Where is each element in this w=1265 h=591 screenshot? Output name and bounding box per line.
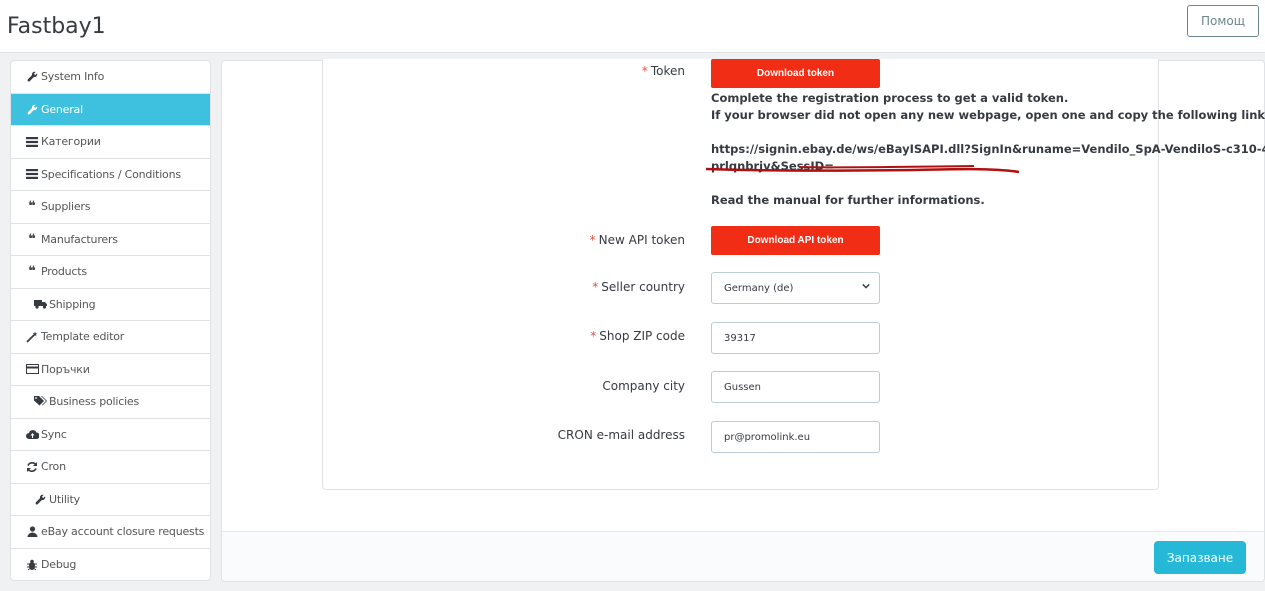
sidebar-item-label: General bbox=[41, 102, 83, 116]
sidebar-item-label: Specifications / Conditions bbox=[41, 167, 181, 181]
sidebar-item-general[interactable]: General bbox=[11, 93, 210, 126]
sidebar-item-shipping[interactable]: Shipping bbox=[11, 289, 210, 321]
sidebar-item-label: Sync bbox=[41, 427, 67, 441]
sidebar-item-specifications[interactable]: Specifications / Conditions bbox=[11, 159, 210, 191]
wrench-icon bbox=[25, 104, 39, 115]
top-bar: Fastbay1 Помощ bbox=[0, 0, 1265, 53]
sidebar-item-ebay-account-closure[interactable]: eBay account closure requests bbox=[11, 516, 210, 549]
sidebar-item-label: Debug bbox=[41, 558, 77, 572]
sidebar-item-label: Категории bbox=[41, 135, 101, 149]
sidebar-item-cron[interactable]: Cron bbox=[11, 451, 210, 484]
sidebar-item-utility[interactable]: Utility bbox=[11, 484, 210, 516]
api-token-label: * New API token bbox=[589, 233, 685, 247]
sidebar-item-business-policies[interactable]: Business policies bbox=[11, 386, 210, 419]
quote-icon: ❝ bbox=[28, 264, 36, 280]
red-underline-scribble bbox=[705, 165, 1020, 174]
manual-text: Read the manual for further informations… bbox=[711, 193, 985, 207]
cron-email-input[interactable]: pr@promolink.eu bbox=[711, 421, 880, 453]
cloud-upload-icon bbox=[25, 429, 39, 440]
list-icon bbox=[25, 136, 39, 147]
sidebar-item-suppliers[interactable]: ❝ Suppliers bbox=[11, 191, 210, 224]
sidebar-item-label: Shipping bbox=[49, 297, 96, 311]
city-label: Company city bbox=[602, 379, 685, 393]
sidebar-item-label: Products bbox=[41, 265, 87, 279]
cron-email-label: CRON e-mail address bbox=[557, 428, 685, 442]
sidebar-item-label: eBay account closure requests bbox=[41, 525, 205, 539]
sidebar-item-sync[interactable]: Sync bbox=[11, 419, 210, 451]
sidebar: System Info General Категории Specificat… bbox=[10, 60, 211, 581]
signin-link-line1[interactable]: https://signin.ebay.de/ws/eBayISAPI.dll?… bbox=[711, 141, 1265, 158]
sidebar-item-template-editor[interactable]: Template editor bbox=[11, 321, 210, 354]
list-icon bbox=[25, 169, 39, 180]
download-api-token-button[interactable]: Download API token bbox=[711, 226, 880, 255]
help-button[interactable]: Помощ bbox=[1187, 5, 1259, 37]
wrench-icon bbox=[33, 494, 47, 505]
chevron-down-icon bbox=[862, 283, 870, 289]
city-input[interactable]: Gussen bbox=[711, 371, 880, 403]
refresh-icon bbox=[25, 461, 39, 473]
bug-icon bbox=[25, 559, 39, 571]
tags-icon bbox=[33, 396, 47, 407]
credit-card-icon bbox=[25, 364, 39, 375]
sidebar-item-label: Business policies bbox=[49, 395, 140, 409]
token-help-line1: Complete the registration process to get… bbox=[711, 91, 1069, 105]
user-icon bbox=[25, 526, 39, 538]
download-token-button[interactable]: Download token bbox=[711, 59, 880, 88]
seller-country-select[interactable]: Germany (de) bbox=[711, 272, 880, 304]
sidebar-item-debug[interactable]: Debug bbox=[11, 549, 210, 581]
seller-country-label: * Seller country bbox=[592, 280, 685, 294]
sidebar-item-manufacturers[interactable]: ❝ Manufacturers bbox=[11, 224, 210, 256]
sidebar-item-label: Cron bbox=[41, 460, 66, 474]
sidebar-item-products[interactable]: ❝ Products bbox=[11, 256, 210, 289]
sidebar-item-label: Поръчки bbox=[41, 362, 90, 376]
zip-input[interactable]: 39317 bbox=[711, 322, 880, 354]
quote-icon: ❝ bbox=[28, 231, 36, 247]
sidebar-item-label: Suppliers bbox=[41, 200, 91, 214]
truck-icon bbox=[33, 299, 47, 309]
wrench-icon bbox=[25, 71, 39, 82]
sidebar-item-label: Utility bbox=[49, 492, 80, 506]
sidebar-item-label: System Info bbox=[41, 70, 105, 84]
save-button[interactable]: Запазване bbox=[1154, 541, 1246, 574]
token-help-line2: If your browser did not open any new web… bbox=[711, 108, 1265, 122]
sidebar-item-orders[interactable]: Поръчки bbox=[11, 354, 210, 386]
main-panel: * Token Download token Complete the regis… bbox=[221, 59, 1265, 582]
zip-label: * Shop ZIP code bbox=[590, 329, 685, 343]
quote-icon: ❝ bbox=[28, 199, 36, 215]
sidebar-item-categories[interactable]: Категории bbox=[11, 126, 210, 159]
sidebar-item-label: Template editor bbox=[41, 330, 125, 344]
token-label: * Token bbox=[641, 64, 685, 78]
seller-country-value: Germany (de) bbox=[724, 282, 794, 294]
page-title: Fastbay1 bbox=[7, 14, 106, 39]
settings-form: * Token Download token Complete the regis… bbox=[322, 59, 1265, 490]
sidebar-item-system-info[interactable]: System Info bbox=[11, 61, 210, 94]
magic-wand-icon bbox=[25, 331, 39, 343]
form-footer: Запазване bbox=[222, 531, 1264, 581]
sidebar-item-label: Manufacturers bbox=[41, 232, 118, 246]
